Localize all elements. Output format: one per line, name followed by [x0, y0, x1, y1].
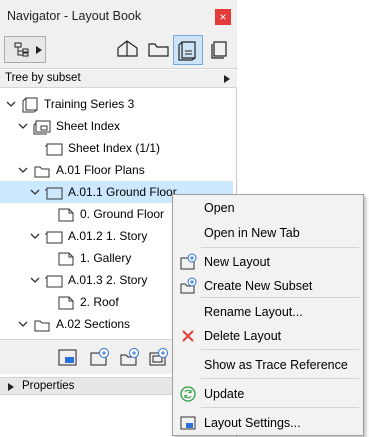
tree-row-label: A.01.3 2. Story: [68, 273, 148, 287]
context-menu-item-label: Update: [204, 387, 245, 401]
delete-icon: [182, 330, 194, 342]
tree-row-label: A.01.2 1. Story: [68, 229, 148, 243]
context-menu-item[interactable]: Show as Trace Reference: [173, 354, 363, 376]
new-layout-icon: [180, 253, 197, 270]
subset-icon: [34, 320, 50, 332]
navigator-toolbar: [0, 31, 237, 69]
tree-row-label: Sheet Index: [56, 119, 121, 133]
context-menu-item[interactable]: Update: [173, 383, 363, 405]
context-menu-item-label: Open in New Tab: [204, 226, 300, 240]
context-menu-item[interactable]: Delete Layout: [173, 325, 363, 347]
context-menu: Open Open in New Tab New Layout Create New …: [172, 194, 364, 436]
context-menu-item-label: Open: [204, 201, 235, 215]
drawing-icon: [58, 296, 74, 310]
menu-separator: [201, 297, 359, 298]
context-menu-item[interactable]: New Layout: [173, 251, 363, 273]
context-menu-item[interactable]: Rename Layout...: [173, 301, 363, 323]
layout-icon: [45, 231, 63, 244]
context-menu-item-label: Create New Subset: [204, 279, 313, 293]
tree-row[interactable]: Training Series 3: [0, 93, 233, 115]
menu-separator: [201, 378, 359, 379]
chevron-down-icon[interactable]: [30, 231, 40, 241]
layout-icon: [45, 187, 63, 200]
project-map-button[interactable]: [113, 35, 142, 64]
tree-row-label: Sheet Index (1/1): [68, 141, 161, 155]
tree-row-label: A.01.1 Ground Floor: [68, 185, 177, 199]
drawing-icon: [58, 252, 74, 266]
subset-icon: [34, 166, 50, 178]
house-icon: [117, 40, 138, 57]
close-button[interactable]: ×: [215, 9, 231, 25]
tree-row[interactable]: A.01 Floor Plans: [0, 159, 233, 181]
menu-separator: [201, 247, 359, 248]
book-icon: [22, 97, 38, 113]
context-menu-item-label: Delete Layout: [204, 329, 282, 343]
chevron-down-icon[interactable]: [6, 99, 16, 109]
chevron-down-icon[interactable]: [18, 121, 28, 131]
properties-label: Properties: [22, 380, 75, 392]
context-menu-item[interactable]: Open: [173, 197, 363, 219]
layout-book-button[interactable]: [173, 35, 203, 65]
dropdown-arrow-icon: [36, 46, 42, 54]
tree-row-label: A.02 Sections: [56, 317, 131, 331]
menu-separator: [201, 349, 359, 350]
layout-settings-icon: [180, 416, 196, 430]
tree-mode-select[interactable]: Tree by subset: [0, 70, 237, 88]
tree-row-label: Training Series 3: [44, 97, 135, 111]
context-menu-item[interactable]: Layout Settings...: [173, 412, 363, 434]
chevron-down-icon[interactable]: [30, 275, 40, 285]
new-subset-icon[interactable]: [119, 348, 141, 368]
layout-icon: [45, 143, 63, 156]
menu-separator: [201, 407, 359, 408]
view-map-button[interactable]: [144, 35, 173, 64]
context-menu-item-label: New Layout: [204, 255, 271, 269]
window-title: Navigator - Layout Book: [7, 9, 142, 23]
tree-row[interactable]: Sheet Index: [0, 115, 233, 137]
tree-row[interactable]: Sheet Index (1/1): [0, 137, 233, 159]
chevron-down-icon[interactable]: [30, 187, 40, 197]
chevron-down-icon[interactable]: [18, 319, 28, 329]
mode-arrow-icon: [224, 75, 230, 83]
update-icon: [180, 386, 196, 402]
drawing-icon: [58, 208, 74, 222]
publisher-icon: [211, 41, 227, 59]
chevron-down-icon[interactable]: [18, 165, 28, 175]
context-menu-item[interactable]: Create New Subset: [173, 275, 363, 297]
tree-hierarchy-icon: [14, 42, 29, 57]
new-layout-icon[interactable]: [89, 348, 111, 368]
tree-row-label: 1. Gallery: [80, 251, 132, 265]
context-menu-item-label: Show as Trace Reference: [204, 358, 348, 372]
layout-settings-icon[interactable]: [57, 348, 79, 368]
folder-icon: [148, 43, 169, 57]
tree-row-label: A.01 Floor Plans: [56, 163, 145, 177]
publisher-sets-button[interactable]: [205, 35, 234, 64]
navigator-dropdown[interactable]: [4, 36, 46, 63]
layout-icon: [45, 275, 63, 288]
title-bar: Navigator - Layout Book ×: [0, 0, 237, 31]
layout-book-icon: [178, 41, 196, 61]
new-subset-icon: [180, 277, 197, 294]
new-master-icon[interactable]: [148, 348, 170, 368]
context-menu-item-label: Layout Settings...: [204, 416, 301, 430]
context-menu-item[interactable]: Open in New Tab: [173, 222, 363, 244]
context-menu-item-label: Rename Layout...: [204, 305, 303, 319]
expand-arrow-icon: [8, 383, 14, 391]
master-icon: [33, 120, 51, 135]
tree-row-label: 2. Roof: [80, 295, 119, 309]
tree-row-label: 0. Ground Floor: [80, 207, 165, 221]
tree-mode-label: Tree by subset: [5, 72, 81, 84]
